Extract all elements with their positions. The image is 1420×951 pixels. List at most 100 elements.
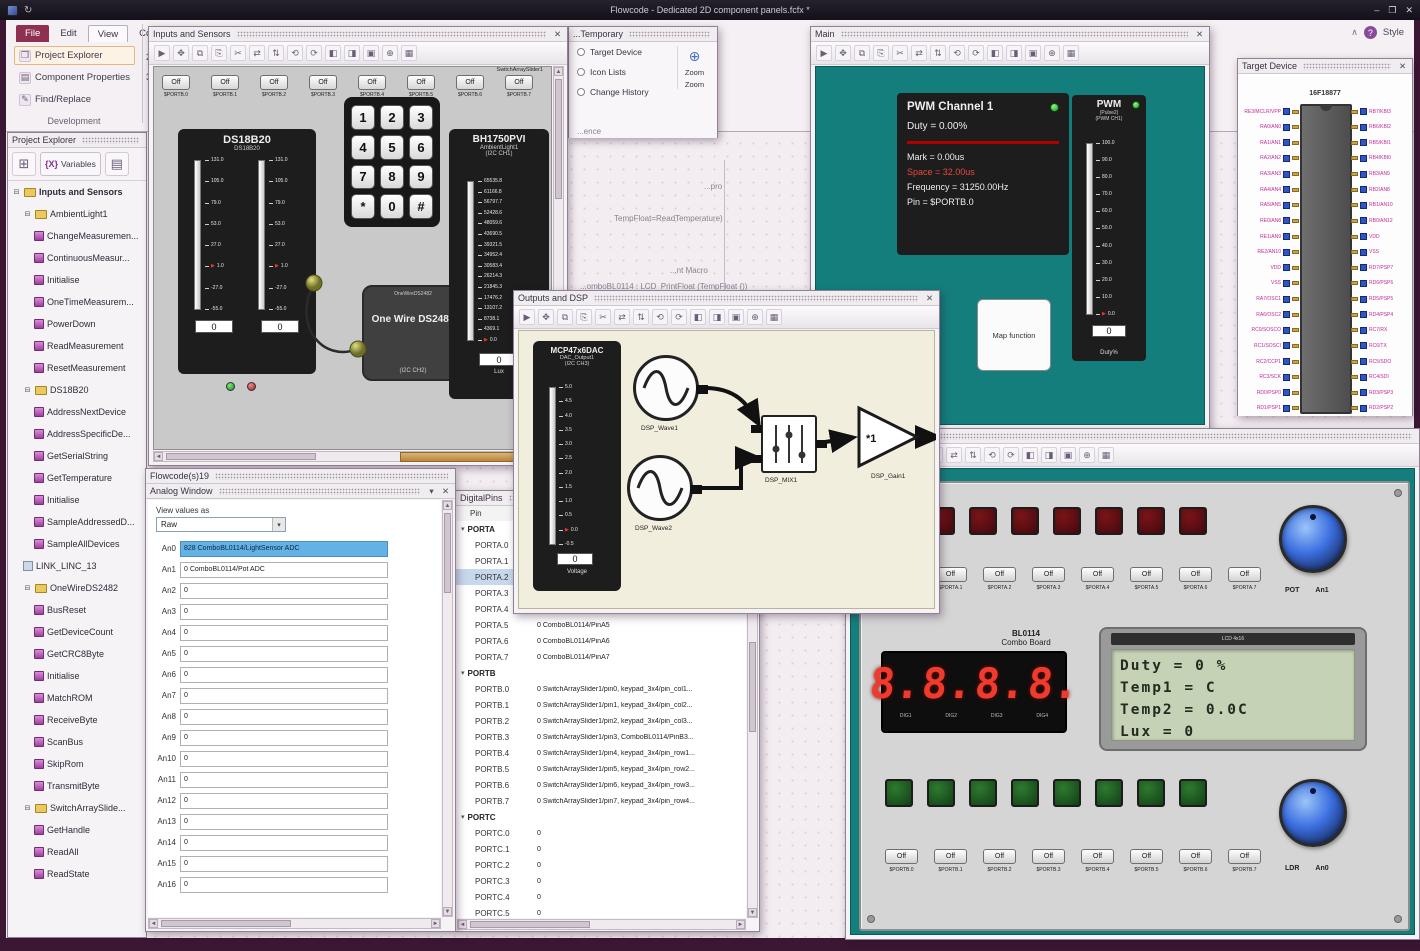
chip-body[interactable]: [1300, 104, 1352, 414]
pin-connector[interactable]: [1360, 186, 1367, 194]
off-button[interactable]: Off: [1032, 567, 1065, 582]
collapse-icon[interactable]: ▾: [461, 525, 465, 533]
analog-value-field[interactable]: 0: [180, 687, 388, 704]
tree-item[interactable]: Initialise: [8, 269, 146, 291]
tree-item[interactable]: PowerDown: [8, 313, 146, 335]
analog-value-field[interactable]: 0: [180, 582, 388, 599]
digital-pin-row[interactable]: PORTB.5 0 SwitchArraySlider1/pin5, keypad…: [456, 761, 746, 777]
close-icon[interactable]: ✕: [1397, 61, 1408, 72]
flip-h-icon[interactable]: ⇄: [614, 309, 630, 325]
close-button[interactable]: ✕: [1405, 5, 1413, 16]
pin-connector[interactable]: [1360, 279, 1367, 287]
tree-item[interactable]: ⊟ AmbientLight1: [8, 203, 146, 225]
inputs-titlebar[interactable]: Inputs and Sensors ✕: [149, 27, 567, 42]
tree-item[interactable]: SampleAllDevices: [8, 533, 146, 555]
refresh-icon[interactable]: ↻: [24, 5, 32, 16]
tree-item[interactable]: ⊟ SwitchArraySlide...: [8, 797, 146, 819]
tree-item[interactable]: GetHandle: [8, 819, 146, 841]
scroll-left-icon[interactable]: ◄: [149, 919, 158, 928]
pin-connector[interactable]: [1283, 123, 1290, 131]
zoom-in-icon[interactable]: ⊕: [1079, 447, 1095, 463]
group-icon[interactable]: ▣: [1025, 45, 1041, 61]
off-button[interactable]: Off: [1130, 849, 1163, 864]
keypad-key-6[interactable]: 6: [409, 134, 433, 160]
tree-item[interactable]: TransmitByte: [8, 775, 146, 797]
close-icon[interactable]: ✕: [440, 486, 451, 497]
back-icon[interactable]: ◨: [1041, 447, 1057, 463]
collapse-icon[interactable]: ▾: [461, 813, 465, 821]
analog-value-field[interactable]: 0: [180, 603, 388, 620]
scroll-up-icon[interactable]: ▲: [554, 67, 563, 76]
scroll-thumb[interactable]: [444, 513, 451, 593]
scroll-thumb[interactable]: [161, 920, 291, 927]
dsp-wave1-block[interactable]: [633, 355, 708, 421]
tree-item[interactable]: ReadAll: [8, 841, 146, 863]
pin-connector[interactable]: [1360, 404, 1367, 412]
tree-item[interactable]: AddressSpecificDe...: [8, 423, 146, 445]
input-connector[interactable]: [751, 425, 762, 433]
analog-group-titlebar[interactable]: Flowcode(s)19: [146, 469, 455, 484]
analog-value-field[interactable]: 0: [180, 792, 388, 809]
pin-connector[interactable]: [1283, 279, 1290, 287]
tree-item[interactable]: ReadMeasurement: [8, 335, 146, 357]
digital-pin-row[interactable]: PORTA.5 0 ComboBL0114/PinA5: [456, 617, 746, 633]
temporary-titlebar[interactable]: ...Temporary: [569, 27, 717, 42]
expander-icon[interactable]: ⊟: [23, 210, 32, 218]
tree-item[interactable]: ⊟ OneWireDS2482: [8, 577, 146, 599]
keypad-key-5[interactable]: 5: [380, 134, 404, 160]
project-explorer-button[interactable]: ❒ Project Explorer: [14, 46, 136, 65]
dsp-titlebar[interactable]: Outputs and DSP ✕: [514, 291, 939, 306]
analog-value-field[interactable]: 0: [180, 876, 388, 893]
pin-connector[interactable]: [1360, 108, 1367, 115]
analog-titlebar[interactable]: Analog Window ▾ ✕: [146, 484, 455, 499]
expander-icon[interactable]: ⊟: [23, 386, 32, 394]
keypad-key-1[interactable]: 1: [351, 105, 375, 130]
analog-value-field[interactable]: 0: [180, 624, 388, 641]
analog-value-field[interactable]: 0: [180, 666, 388, 683]
cursor-icon[interactable]: ▶: [154, 45, 170, 61]
scroll-down-icon[interactable]: ▼: [748, 908, 757, 917]
digital-pin-row[interactable]: PORTC.2 0: [456, 857, 746, 873]
analog-value-field[interactable]: 0: [180, 750, 388, 767]
off-button[interactable]: Off: [885, 849, 918, 864]
zoom-label-2[interactable]: Zoom: [685, 80, 704, 89]
grid-icon[interactable]: ▦: [401, 45, 417, 61]
flip-v-icon[interactable]: ⇅: [633, 309, 649, 325]
pin-connector[interactable]: [1283, 201, 1290, 209]
keypad-key-#[interactable]: #: [409, 194, 433, 219]
dropdown-arrow-icon[interactable]: ▾: [272, 518, 285, 531]
off-button[interactable]: Off: [983, 567, 1016, 582]
list-view-button[interactable]: ▤: [104, 152, 129, 176]
tree-item[interactable]: ReceiveByte: [8, 709, 146, 731]
pwm-meter[interactable]: PWM (Pulse2) (PWM CH1) 100.0 90.0 80.0 70.0…: [1072, 95, 1146, 361]
view-values-dropdown[interactable]: Raw ▾: [156, 517, 286, 532]
back-icon[interactable]: ◨: [1006, 45, 1022, 61]
tree-item[interactable]: GetSerialString: [8, 445, 146, 467]
vertical-scrollbar[interactable]: ▲ ▼: [442, 500, 453, 917]
pin-connector[interactable]: [1283, 154, 1290, 162]
front-icon[interactable]: ◧: [1022, 447, 1038, 463]
analog-value-field[interactable]: 0: [180, 708, 388, 725]
pin-connector[interactable]: [1283, 233, 1290, 240]
chevron-down-icon[interactable]: ▾: [426, 486, 437, 497]
keypad-key-2[interactable]: 2: [380, 105, 404, 130]
tree-item[interactable]: GetCRC8Byte: [8, 643, 146, 665]
horizontal-scrollbar[interactable]: ◄ ►: [457, 919, 746, 930]
grid-icon[interactable]: ▦: [766, 309, 782, 325]
keypad-key-3[interactable]: 3: [409, 105, 433, 130]
off-button[interactable]: Off: [1179, 849, 1212, 864]
pin-connector[interactable]: [1283, 373, 1290, 381]
analog-value-field[interactable]: 0: [180, 729, 388, 746]
switch-off-button[interactable]: Off: [162, 75, 190, 90]
horizontal-scrollbar[interactable]: ◄ ►: [148, 918, 441, 929]
rot-r-icon[interactable]: ⟳: [968, 45, 984, 61]
flip-v-icon[interactable]: ⇅: [930, 45, 946, 61]
off-button[interactable]: Off: [983, 849, 1016, 864]
map-function-block[interactable]: Map function: [977, 299, 1051, 371]
digital-pin-row[interactable]: PORTB.2 0 SwitchArraySlider1/pin2, keypad…: [456, 713, 746, 729]
mcp47x6-dac-component[interactable]: MCP47x6DAC DAC_Output1 (I2C CH3) 5.0 4.5 4…: [533, 341, 621, 591]
pin-connector[interactable]: [1283, 389, 1290, 397]
cut-icon[interactable]: ✂: [595, 309, 611, 325]
pin-connector[interactable]: [1283, 326, 1290, 334]
tree-item[interactable]: Initialise: [8, 665, 146, 687]
